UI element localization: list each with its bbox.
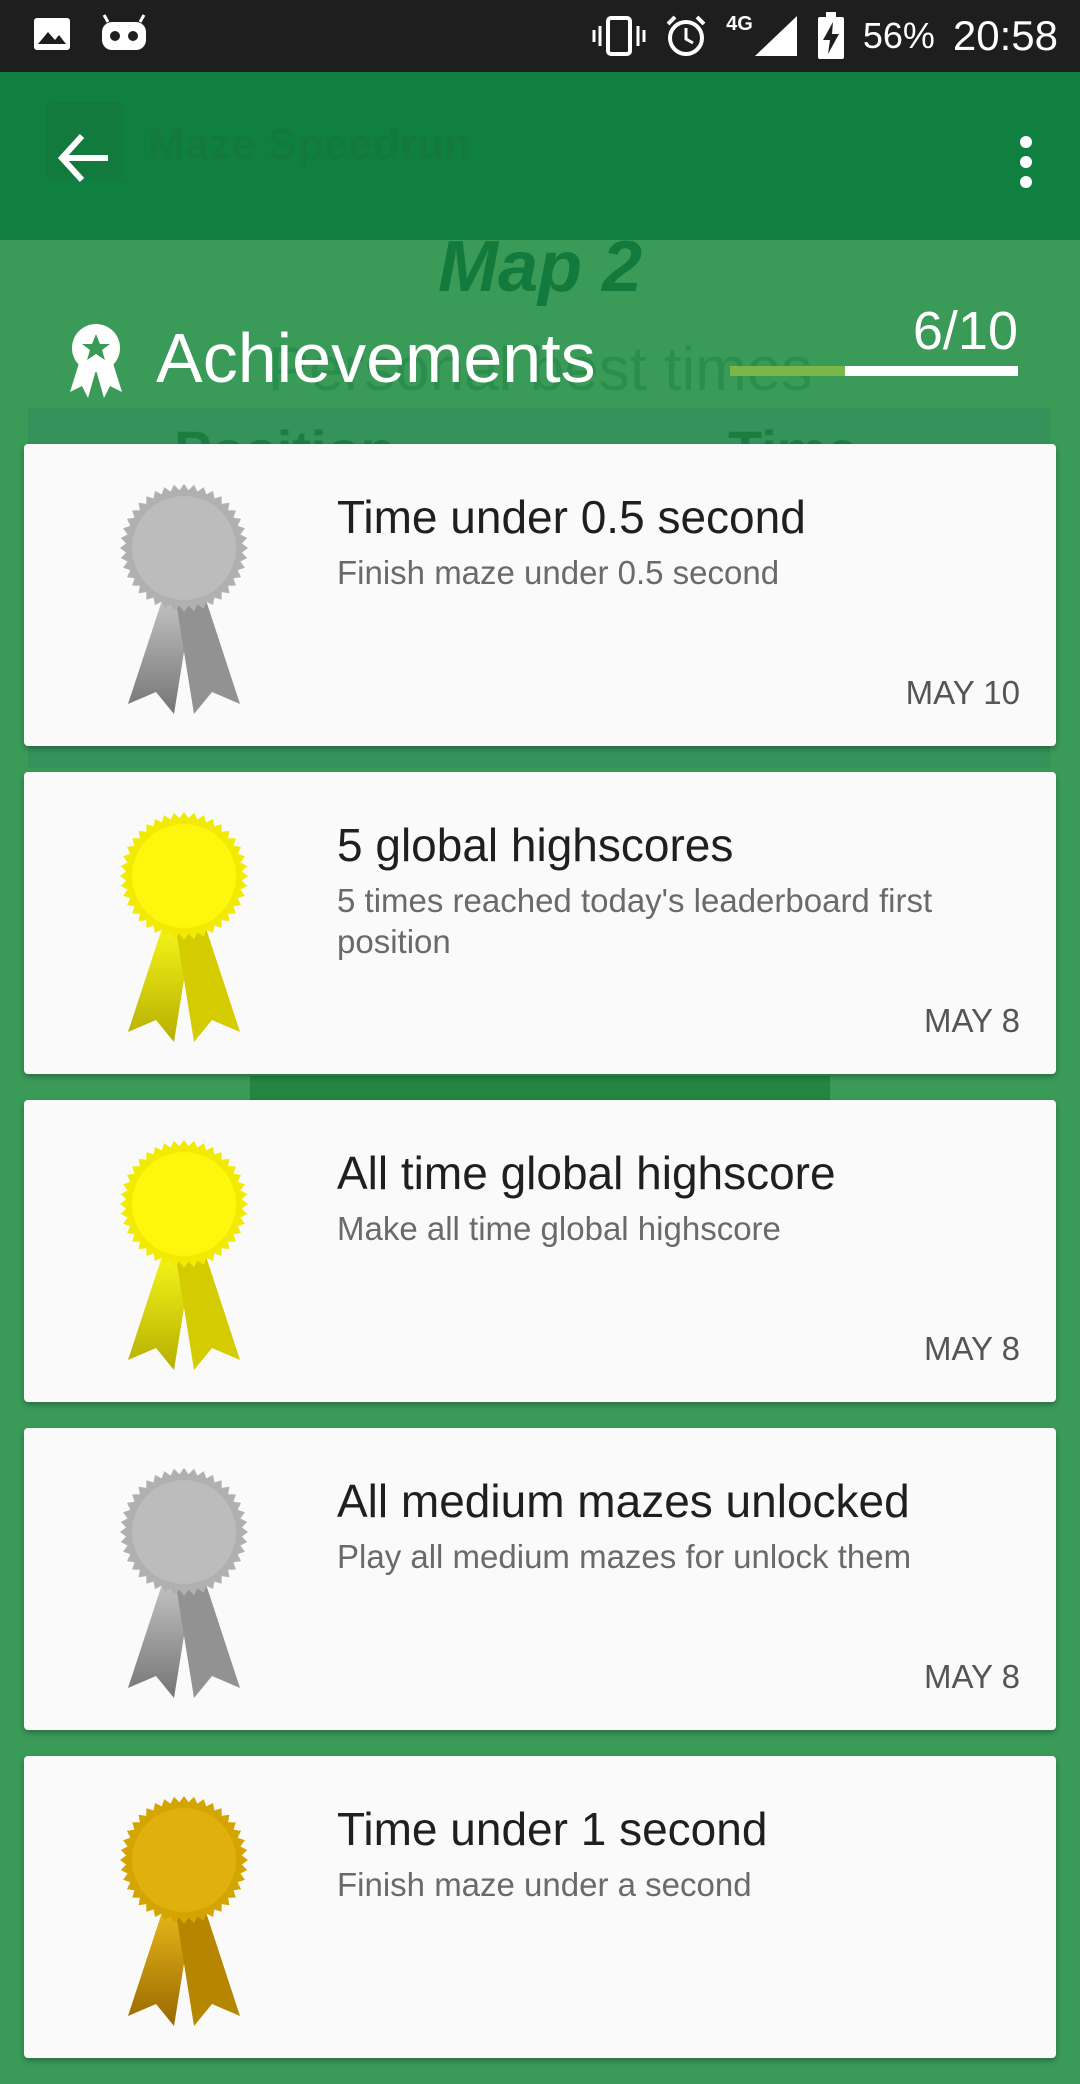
yellow-ribbon-icon — [120, 812, 248, 1042]
gold-ribbon-icon — [120, 1796, 248, 2026]
achievement-date: MAY 8 — [924, 1330, 1020, 1367]
app-title: Maze Speedrun — [148, 120, 471, 169]
app-bar: Maze Speedrun — [0, 72, 1080, 240]
achievement-description: Finish maze under a second — [337, 1866, 752, 1903]
achievement-description: Play all medium mazes for unlock them — [337, 1538, 912, 1575]
silver-ribbon-icon — [120, 484, 248, 714]
achievement-title: Time under 1 second — [337, 1803, 768, 1855]
achievement-card[interactable]: Time under 1 second Finish maze under a … — [24, 1756, 1056, 2058]
achievement-title: All time global highscore — [337, 1147, 836, 1199]
battery-percent: 56% — [862, 15, 935, 56]
status-bar: 4G 56% 20:58 — [0, 0, 1080, 72]
achievement-title: 5 global highscores — [337, 819, 734, 871]
achievement-description: Make all time global highscore — [337, 1210, 781, 1247]
clock: 20:58 — [952, 12, 1058, 59]
achievements-progress-fill — [845, 366, 1018, 376]
network-type: 4G — [726, 12, 753, 35]
battery-charging-icon — [817, 12, 844, 59]
map-heading: Map 2 — [437, 227, 643, 307]
gallery-notification-icon — [34, 18, 70, 50]
achievements-count: 6/10 — [912, 301, 1018, 361]
achievement-description: Finish maze under 0.5 second — [337, 554, 780, 591]
achievement-card[interactable]: 5 global highscores 5 times reached toda… — [24, 772, 1056, 1074]
achievement-date: MAY 8 — [924, 1002, 1020, 1039]
achievements-title: Achievements — [156, 319, 596, 397]
signal-icon — [754, 16, 797, 56]
back-arrow-icon[interactable] — [54, 128, 114, 188]
achievement-description: 5 times reached today's leaderboard firs… — [337, 882, 933, 960]
alarm-icon — [666, 15, 706, 56]
silver-ribbon-icon — [120, 1468, 248, 1698]
achievement-card[interactable]: Time under 0.5 second Finish maze under … — [24, 444, 1056, 746]
achievement-date: MAY 8 — [924, 1658, 1020, 1695]
achievement-title: All medium mazes unlocked — [337, 1475, 910, 1527]
yellow-ribbon-icon — [120, 1140, 248, 1370]
android-notification-icon — [102, 14, 146, 50]
vibrate-icon — [592, 16, 646, 56]
achievements-list: Time under 0.5 second Finish maze under … — [24, 444, 1056, 2084]
achievement-date: MAY 10 — [905, 674, 1020, 711]
achievement-medal-icon — [70, 324, 122, 398]
overflow-menu-icon[interactable] — [1006, 130, 1046, 190]
achievements-progress — [730, 366, 1018, 376]
achievement-card[interactable]: All medium mazes unlocked Play all mediu… — [24, 1428, 1056, 1730]
achievement-card[interactable]: All time global highscore Make all time … — [24, 1100, 1056, 1402]
achievements-header: Achievements 6/10 — [0, 300, 1080, 420]
achievement-title: Time under 0.5 second — [337, 491, 806, 543]
